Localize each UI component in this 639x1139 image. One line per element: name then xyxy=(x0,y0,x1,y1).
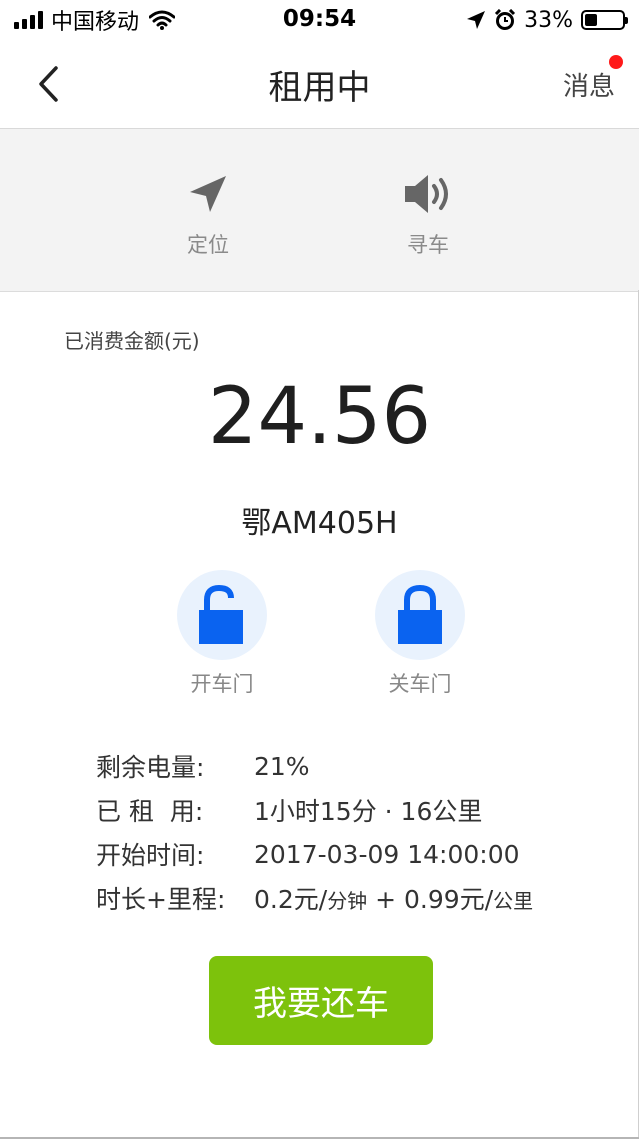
status-right: 33% xyxy=(466,6,628,34)
locate-label: 定位 xyxy=(187,233,229,257)
battery-row: 剩余电量: 21% xyxy=(96,744,533,788)
unlock-icon xyxy=(199,584,243,644)
alarm-icon xyxy=(495,9,516,30)
page-title: 租用中 xyxy=(268,68,371,108)
battery-icon xyxy=(581,10,628,30)
close-door-label: 关车门 xyxy=(388,672,452,696)
distance-unit: 公里 xyxy=(493,889,534,913)
car-toolbar: 定位 寻车 xyxy=(0,129,639,292)
time-unit: 分钟 xyxy=(327,889,368,913)
lock-icon xyxy=(398,584,442,644)
open-door-button[interactable]: 开车门 xyxy=(167,570,277,698)
rented-value: 1小时15分 · 16公里 xyxy=(254,797,483,826)
open-door-label: 开车门 xyxy=(190,672,254,696)
nav-bar: 租用中 消息 xyxy=(0,40,639,129)
start-time-key: 开始时间: xyxy=(96,841,205,870)
close-door-circle xyxy=(375,570,465,660)
open-door-circle xyxy=(177,570,267,660)
rented-key: 已 租 用: xyxy=(96,797,204,826)
time-price: 0.2元/ xyxy=(254,885,328,914)
battery-percent: 33% xyxy=(524,7,573,33)
pricing-value: 0.2元/分钟 + 0.99元/公里 xyxy=(254,880,533,916)
start-time-row: 开始时间: 2017-03-09 14:00:00 xyxy=(96,832,533,876)
status-bar: 中国移动 09:54 33% xyxy=(0,0,639,40)
pricing-row: 时长+里程: 0.2元/分钟 + 0.99元/公里 xyxy=(96,876,533,920)
license-plate: 鄂AM405H xyxy=(241,506,398,541)
battery-key: 剩余电量: xyxy=(96,753,205,782)
pricing-key: 时长+里程: xyxy=(96,885,226,914)
speaker-icon xyxy=(405,175,448,213)
start-time-value: 2017-03-09 14:00:00 xyxy=(254,839,520,869)
navigation-arrow-icon xyxy=(190,176,226,212)
distance-price: 0.99元/ xyxy=(404,885,494,914)
message-badge xyxy=(609,55,623,69)
return-car-button[interactable]: 我要还车 xyxy=(209,956,433,1045)
battery-value: 21% xyxy=(254,751,310,781)
location-arrow-icon xyxy=(467,11,486,29)
find-car-button[interactable]: 寻车 xyxy=(368,169,488,259)
battery-level xyxy=(585,14,597,26)
fee-amount: 24.56 xyxy=(207,372,432,462)
messages-button[interactable]: 消息 xyxy=(563,66,615,103)
close-door-button[interactable]: 关车门 xyxy=(365,570,475,698)
fee-label: 已消费金额(元) xyxy=(64,329,200,353)
pricing-plus: + xyxy=(367,885,405,914)
rented-row: 已 租 用: 1小时15分 · 16公里 xyxy=(96,788,533,832)
rental-details: 剩余电量: 21% 已 租 用: 1小时15分 · 16公里 开始时间: 201… xyxy=(96,744,533,920)
find-car-label: 寻车 xyxy=(407,233,449,257)
locate-button[interactable]: 定位 xyxy=(148,169,268,259)
